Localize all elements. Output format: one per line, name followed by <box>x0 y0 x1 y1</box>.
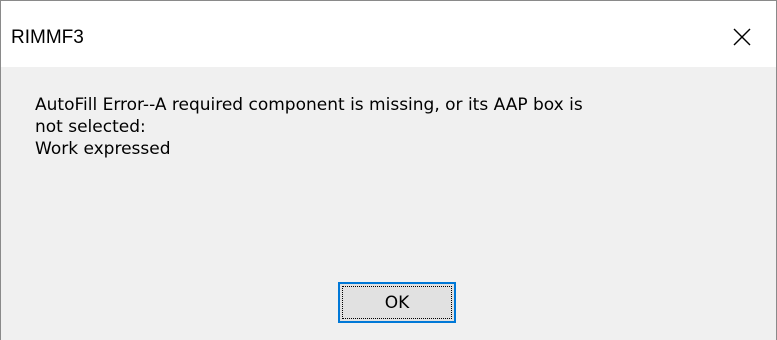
message-line: AutoFill Error--A required component is … <box>35 95 583 115</box>
message-line: Work expressed <box>35 139 171 159</box>
ok-button-label: OK <box>384 292 410 313</box>
error-dialog: RIMMF3 AutoFill Error--A required compon… <box>0 0 777 340</box>
title-bar[interactable]: RIMMF3 <box>1 1 776 67</box>
error-message: AutoFill Error--A required component is … <box>35 94 755 160</box>
message-line: not selected: <box>35 117 146 137</box>
close-button[interactable] <box>719 17 765 57</box>
ok-button[interactable]: OK <box>338 282 456 323</box>
close-icon <box>733 28 751 46</box>
window-title: RIMMF3 <box>11 27 84 48</box>
